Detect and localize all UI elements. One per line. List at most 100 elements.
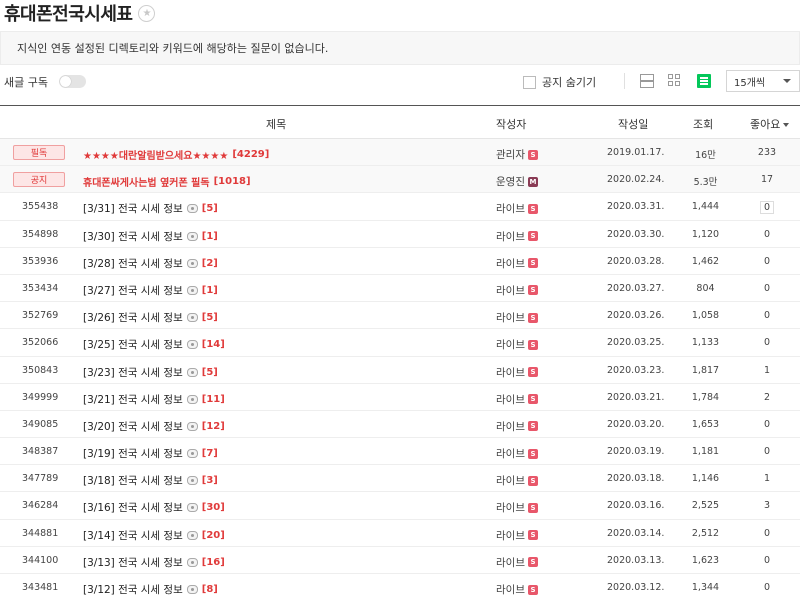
date-cell: 2020.03.20.: [607, 418, 665, 430]
author-cell[interactable]: 라이브 S: [496, 528, 538, 543]
row-title-cell[interactable]: [3/13] 전국 시세 정보 [16]: [83, 555, 225, 570]
list-view-icon[interactable]: [640, 74, 654, 88]
comment-count[interactable]: [11]: [202, 394, 225, 405]
comment-count[interactable]: [1018]: [214, 176, 251, 187]
author-name[interactable]: 라이브: [496, 337, 525, 352]
row-title-cell[interactable]: [3/16] 전국 시세 정보 [30]: [83, 500, 225, 515]
author-name[interactable]: 라이브: [496, 419, 525, 434]
row-title-cell[interactable]: [3/31] 전국 시세 정보 [5]: [83, 201, 218, 216]
article-title-link[interactable]: [3/26] 전국 시세 정보: [83, 310, 183, 325]
author-name[interactable]: 라이브: [496, 582, 525, 597]
author-cell[interactable]: 라이브 S: [496, 555, 538, 570]
author-cell[interactable]: 라이브 S: [496, 201, 538, 216]
author-name[interactable]: 라이브: [496, 310, 525, 325]
author-cell[interactable]: 운영진 M: [496, 174, 538, 189]
comment-count[interactable]: [1]: [202, 231, 218, 242]
author-cell[interactable]: 라이브 S: [496, 446, 538, 461]
feed-view-icon[interactable]: [697, 74, 711, 88]
comment-count[interactable]: [12]: [202, 421, 225, 432]
article-title-link[interactable]: [3/12] 전국 시세 정보: [83, 582, 183, 597]
row-title-cell[interactable]: [3/19] 전국 시세 정보 [7]: [83, 446, 218, 461]
comment-count[interactable]: [30]: [202, 502, 225, 513]
author-name[interactable]: 라이브: [496, 256, 525, 271]
row-title-cell[interactable]: [3/23] 전국 시세 정보 [5]: [83, 365, 218, 380]
author-cell[interactable]: 라이브 S: [496, 419, 538, 434]
col-likes[interactable]: 좋아요: [750, 116, 790, 132]
article-title-link[interactable]: [3/28] 전국 시세 정보: [83, 256, 183, 271]
hide-notice-checkbox[interactable]: [523, 75, 536, 89]
views-cell: 1,784: [691, 391, 720, 403]
author-cell[interactable]: 라이브 S: [496, 337, 538, 352]
hide-notice-option[interactable]: 공지 숨기기: [523, 74, 596, 90]
star-icon[interactable]: ★: [138, 4, 156, 22]
author-cell[interactable]: 라이브 S: [496, 473, 538, 488]
author-name[interactable]: 라이브: [496, 283, 525, 298]
comment-count[interactable]: [7]: [202, 448, 218, 459]
comment-count[interactable]: [5]: [202, 312, 218, 323]
article-title-link[interactable]: [3/27] 전국 시세 정보: [83, 283, 183, 298]
author-name[interactable]: 운영진: [496, 174, 525, 189]
grid-view-icon[interactable]: [668, 74, 682, 88]
author-name[interactable]: 라이브: [496, 555, 525, 570]
comment-count[interactable]: [14]: [202, 339, 225, 350]
author-cell[interactable]: 라이브 S: [496, 500, 538, 515]
author-name[interactable]: 라이브: [496, 446, 525, 461]
article-title-link[interactable]: [3/31] 전국 시세 정보: [83, 201, 183, 216]
comment-count[interactable]: [20]: [202, 530, 225, 541]
author-name[interactable]: 라이브: [496, 201, 525, 216]
article-title-link[interactable]: [3/20] 전국 시세 정보: [83, 419, 183, 434]
article-title-link[interactable]: ★★★★대란알림받으세요★★★★: [83, 147, 228, 162]
author-cell[interactable]: 라이브 S: [496, 229, 538, 244]
author-name[interactable]: 라이브: [496, 229, 525, 244]
comment-count[interactable]: [4229]: [232, 149, 269, 160]
row-title-cell[interactable]: [3/25] 전국 시세 정보 [14]: [83, 337, 225, 352]
row-title-cell[interactable]: [3/12] 전국 시세 정보 [8]: [83, 582, 218, 597]
member-level-icon: S: [527, 421, 538, 432]
author-cell[interactable]: 라이브 S: [496, 256, 538, 271]
comment-count[interactable]: [5]: [202, 203, 218, 214]
row-title-cell[interactable]: [3/18] 전국 시세 정보 [3]: [83, 473, 218, 488]
row-title-cell[interactable]: [3/14] 전국 시세 정보 [20]: [83, 528, 225, 543]
author-name[interactable]: 관리자: [496, 147, 525, 162]
article-title-link[interactable]: [3/13] 전국 시세 정보: [83, 555, 183, 570]
row-title-cell[interactable]: [3/20] 전국 시세 정보 [12]: [83, 419, 225, 434]
comment-count[interactable]: [3]: [202, 475, 218, 486]
likes-cell: 0: [742, 582, 792, 593]
row-title-cell[interactable]: [3/27] 전국 시세 정보 [1]: [83, 283, 218, 298]
row-title-cell[interactable]: ★★★★대란알림받으세요★★★★ [4229]: [83, 147, 269, 162]
row-title-cell[interactable]: [3/26] 전국 시세 정보 [5]: [83, 310, 218, 325]
article-title-link[interactable]: [3/25] 전국 시세 정보: [83, 337, 183, 352]
article-title-link[interactable]: [3/14] 전국 시세 정보: [83, 528, 183, 543]
article-title-link[interactable]: [3/19] 전국 시세 정보: [83, 446, 183, 461]
author-cell[interactable]: 라이브 S: [496, 365, 538, 380]
table-row: 347789 [3/18] 전국 시세 정보 [3] 라이브 S 2020.03.18. 1…: [0, 465, 800, 493]
author-cell[interactable]: 관리자 S: [496, 147, 538, 162]
author-name[interactable]: 라이브: [496, 473, 525, 488]
row-title-cell[interactable]: [3/21] 전국 시세 정보 [11]: [83, 392, 225, 407]
comment-count[interactable]: [5]: [202, 367, 218, 378]
author-name[interactable]: 라이브: [496, 500, 525, 515]
row-title-cell[interactable]: [3/30] 전국 시세 정보 [1]: [83, 229, 218, 244]
comment-count[interactable]: [16]: [202, 557, 225, 568]
article-title-link[interactable]: [3/18] 전국 시세 정보: [83, 473, 183, 488]
comment-count[interactable]: [8]: [202, 584, 218, 595]
article-title-link[interactable]: [3/21] 전국 시세 정보: [83, 392, 183, 407]
author-name[interactable]: 라이브: [496, 392, 525, 407]
author-cell[interactable]: 라이브 S: [496, 283, 538, 298]
article-title-link[interactable]: 휴대폰싸게사는법 옆커폰 필독: [83, 174, 210, 189]
author-cell[interactable]: 라이브 S: [496, 582, 538, 597]
author-cell[interactable]: 라이브 S: [496, 392, 538, 407]
chevron-down-icon: [783, 79, 791, 83]
per-page-select[interactable]: 15개씩: [726, 70, 800, 92]
comment-count[interactable]: [1]: [202, 285, 218, 296]
author-name[interactable]: 라이브: [496, 528, 525, 543]
comment-count[interactable]: [2]: [202, 258, 218, 269]
author-cell[interactable]: 라이브 S: [496, 310, 538, 325]
article-title-link[interactable]: [3/16] 전국 시세 정보: [83, 500, 183, 515]
article-title-link[interactable]: [3/23] 전국 시세 정보: [83, 365, 183, 380]
row-title-cell[interactable]: 휴대폰싸게사는법 옆커폰 필독 [1018]: [83, 174, 251, 189]
subscribe-toggle[interactable]: [59, 75, 86, 88]
article-title-link[interactable]: [3/30] 전국 시세 정보: [83, 229, 183, 244]
row-title-cell[interactable]: [3/28] 전국 시세 정보 [2]: [83, 256, 218, 271]
author-name[interactable]: 라이브: [496, 365, 525, 380]
